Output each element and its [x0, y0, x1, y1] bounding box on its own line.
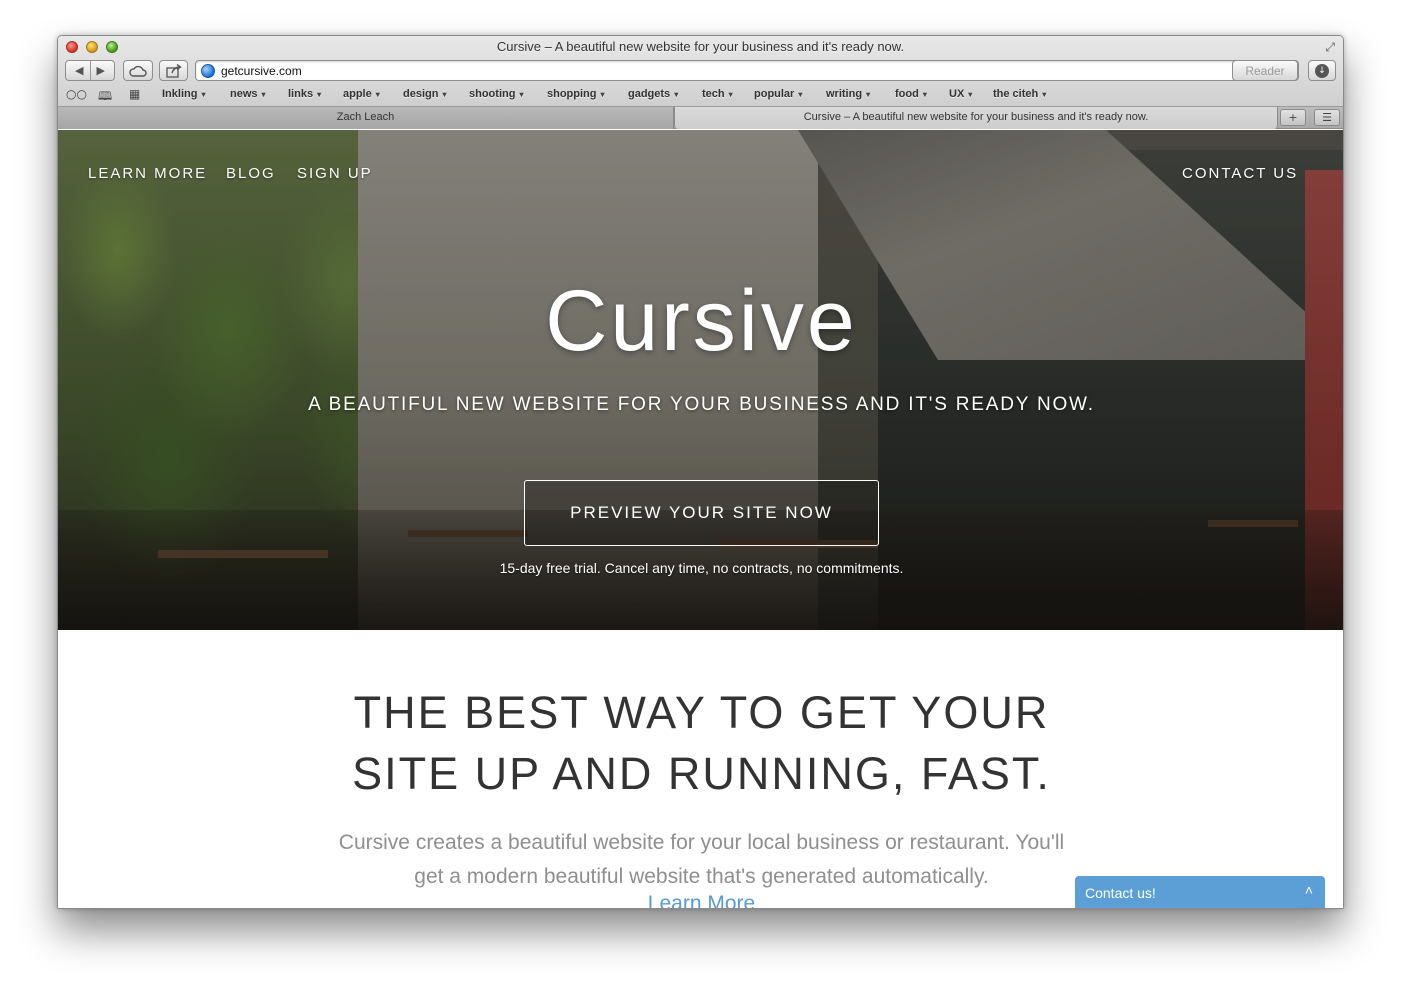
- chevron-down-icon: ▾: [519, 90, 524, 99]
- bookmark-shooting[interactable]: shooting ▾: [469, 88, 523, 100]
- page-viewport: LEARN MORE BLOG SIGN UP CONTACT US Cursi…: [58, 130, 1343, 908]
- hero-title: Cursive: [545, 273, 858, 369]
- reading-list-icon[interactable]: ○○: [66, 87, 87, 101]
- download-icon: ↓: [1315, 63, 1329, 78]
- bookmark-writing[interactable]: writing ▾: [826, 88, 870, 100]
- globe-icon: [201, 64, 215, 78]
- cloud-icon: [129, 65, 147, 77]
- bookmark-tech[interactable]: tech ▾: [702, 88, 733, 100]
- bookmark-popular[interactable]: popular ▾: [754, 88, 802, 100]
- chevron-down-icon: ▾: [968, 90, 973, 99]
- tab-overview-button[interactable]: ☰: [1314, 109, 1340, 126]
- headline-line-2: SITE UP AND RUNNING, FAST.: [352, 748, 1051, 799]
- bookmark-the-citeh[interactable]: the citeh ▾: [993, 88, 1046, 100]
- features-section: THE BEST WAY TO GET YOUR SITE UP AND RUN…: [58, 630, 1343, 908]
- chevron-down-icon: ▾: [600, 90, 605, 99]
- chevron-down-icon: ▾: [866, 90, 871, 99]
- contact-widget[interactable]: Contact us! ˄: [1075, 876, 1325, 908]
- chevron-up-icon[interactable]: ˄: [1305, 882, 1313, 898]
- share-button[interactable]: [159, 60, 188, 81]
- hero-overlay: [58, 130, 1343, 630]
- contact-widget-label: Contact us!: [1085, 885, 1156, 901]
- title-bar: Cursive – A beautiful new website for yo…: [58, 36, 1343, 58]
- downloads-button[interactable]: ↓: [1308, 60, 1336, 81]
- bookmark-design[interactable]: design ▾: [403, 88, 446, 100]
- nav-learn-more[interactable]: LEARN MORE: [88, 165, 207, 182]
- bookmark-inkling[interactable]: Inkling ▾: [162, 88, 205, 100]
- bookmark-apple[interactable]: apple ▾: [343, 88, 380, 100]
- bookmark-food[interactable]: food ▾: [895, 88, 927, 100]
- chevron-down-icon: ▾: [728, 90, 733, 99]
- tab-bar: Zach Leach Cursive – A beautiful new web…: [58, 107, 1343, 129]
- chevron-down-icon: ▾: [317, 90, 322, 99]
- bookmark-ux[interactable]: UX ▾: [949, 88, 972, 100]
- chevron-down-icon: ▾: [261, 90, 266, 99]
- bookmark-news[interactable]: news ▾: [230, 88, 266, 100]
- hero-subtitle: A BEAUTIFUL NEW WEBSITE FOR YOUR BUSINES…: [308, 394, 1095, 415]
- reader-button[interactable]: Reader: [1232, 60, 1298, 81]
- icloud-tabs-button[interactable]: [123, 60, 153, 81]
- chevron-down-icon: ▾: [1042, 90, 1047, 99]
- hero-section: LEARN MORE BLOG SIGN UP CONTACT US Cursi…: [58, 130, 1343, 630]
- bookmarks-bar: ○○ 🕮 ▦ Inkling ▾ news ▾ links ▾ apple ▾ desi…: [58, 83, 1343, 106]
- back-forward-buttons: ◀ ▶: [65, 60, 115, 81]
- share-icon: [165, 63, 182, 78]
- divider: [89, 61, 91, 80]
- headline-line-1: THE BEST WAY TO GET YOUR: [353, 687, 1050, 738]
- chevron-down-icon: ▾: [798, 90, 803, 99]
- bookmark-shopping[interactable]: shopping ▾: [547, 88, 605, 100]
- top-sites-grid-icon[interactable]: ▦: [129, 87, 140, 101]
- bookmark-links[interactable]: links ▾: [288, 88, 321, 100]
- new-tab-button[interactable]: +: [1280, 109, 1306, 126]
- browser-window: Cursive – A beautiful new website for yo…: [57, 35, 1344, 909]
- back-button[interactable]: ◀: [75, 64, 83, 77]
- fullscreen-icon[interactable]: ⤢: [1325, 40, 1335, 55]
- bookmarks-book-icon[interactable]: 🕮: [98, 87, 112, 108]
- navigation-row: ◀ ▶ getcursive.com ↻ Reader: [58, 59, 1343, 83]
- chevron-down-icon: ▾: [442, 90, 447, 99]
- chevron-down-icon: ▾: [375, 90, 380, 99]
- description-line-1: Cursive creates a beautiful website for …: [338, 831, 1065, 854]
- preview-site-button[interactable]: PREVIEW YOUR SITE NOW: [524, 480, 879, 546]
- address-bar[interactable]: getcursive.com ↻: [195, 60, 1299, 81]
- chevron-down-icon: ▾: [922, 90, 927, 99]
- forward-button[interactable]: ▶: [97, 64, 105, 77]
- tab-zach-leach[interactable]: Zach Leach: [58, 107, 674, 129]
- chevron-down-icon: ▾: [674, 90, 679, 99]
- section-headline: THE BEST WAY TO GET YOUR SITE UP AND RUN…: [58, 682, 1343, 804]
- window-title: Cursive – A beautiful new website for yo…: [496, 39, 905, 54]
- nav-blog[interactable]: BLOG: [226, 165, 276, 182]
- bookmark-gadgets[interactable]: gadgets ▾: [628, 88, 678, 100]
- tab-cursive[interactable]: Cursive – A beautiful new website for yo…: [674, 107, 1278, 129]
- chevron-down-icon: ▾: [201, 90, 206, 99]
- nav-sign-up[interactable]: SIGN UP: [297, 165, 373, 182]
- browser-toolbar: Cursive – A beautiful new website for yo…: [58, 36, 1343, 107]
- nav-contact-us[interactable]: CONTACT US: [1182, 165, 1298, 182]
- url-text[interactable]: getcursive.com: [221, 64, 302, 78]
- trial-note: 15-day free trial. Cancel any time, no c…: [499, 560, 904, 576]
